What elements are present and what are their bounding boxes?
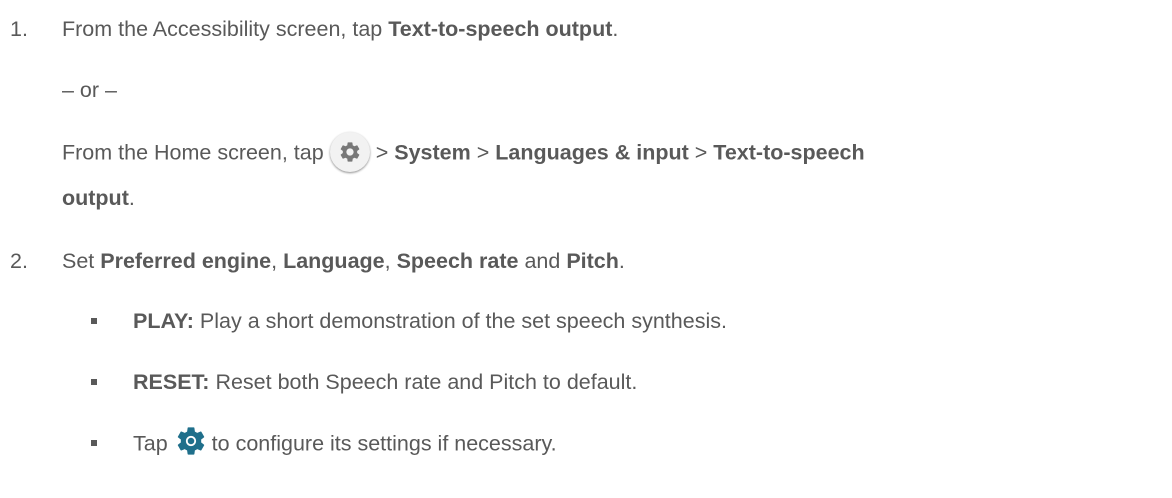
text: and [518,249,567,273]
bold-term: Preferred engine [100,249,272,273]
instructions-page: 1. From the Accessibility screen, tap Te… [0,0,1172,498]
bold-term: Pitch [566,249,619,273]
bold-term: System [394,140,471,165]
separator: > [694,140,708,165]
bold-term: Language [283,249,385,273]
text: . [612,17,619,41]
step-number: 2. [10,249,28,273]
text: to configure its settings if necessary. [211,431,557,456]
bold-term: RESET: [133,370,210,394]
text: Tap [133,431,168,456]
step-1-alt-text-continued: output. [62,183,135,213]
engine-settings-gear-icon [174,424,208,458]
bold-term: Text-to-speech [713,140,865,165]
text: , [384,249,397,273]
bullet-square [91,318,97,324]
text: Reset both Speech rate and Pitch to defa… [209,370,638,394]
step-number: 1. [10,17,28,41]
bullet-square [91,379,97,385]
text: . [618,249,625,273]
settings-gear-icon [329,132,370,172]
bold-term: Text-to-speech output [388,17,613,41]
bullet-text: PLAY: Play a short demonstration of the … [133,306,727,336]
bold-term: PLAY: [133,309,194,333]
step-1-main-text: From the Accessibility screen, tap Text-… [62,14,618,44]
separator: > [476,140,490,165]
bold-term: Languages & input [495,140,689,165]
text: From the Accessibility screen, tap [62,17,389,41]
step-2-main-text: Set Preferred engine, Language, Speech r… [62,246,625,276]
bullet-text: Tap to configure its settings if necessar… [133,427,557,462]
step-1-alt-text: From the Home screen, tap > System > Lang… [62,132,865,174]
bold-term: Speech rate [396,249,519,273]
bullet-square [91,440,97,446]
text: , [271,249,284,273]
text: From the Home screen, tap [62,140,324,165]
separator: > [375,140,389,165]
text: . [128,186,135,210]
text: Play a short demonstration of the set sp… [193,309,727,333]
bold-term: output [62,186,129,210]
text: Set [62,249,101,273]
bullet-text: RESET: Reset both Speech rate and Pitch … [133,367,637,397]
or-separator: – or – [62,78,117,102]
